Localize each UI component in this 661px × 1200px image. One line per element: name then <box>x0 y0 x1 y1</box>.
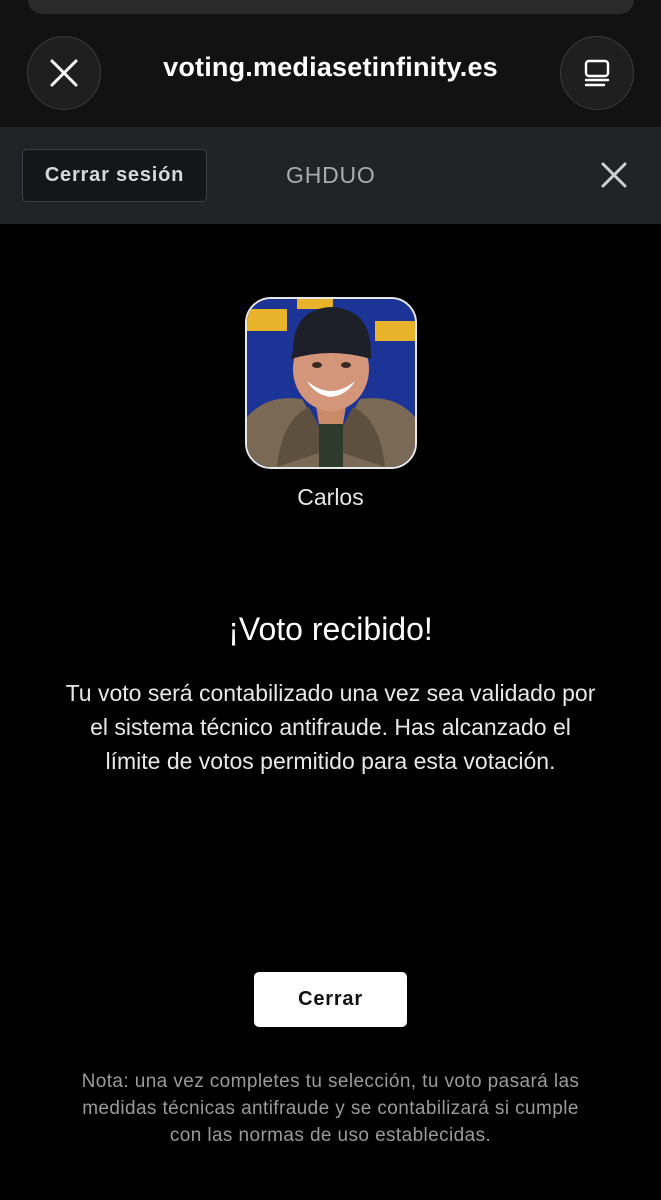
tabs-overview-icon <box>584 59 610 87</box>
confirmation-message: Tu voto será contabilizado una vez sea v… <box>65 680 596 774</box>
close-icon <box>50 59 78 87</box>
close-button[interactable]: Cerrar <box>254 972 407 1027</box>
browser-top-edge <box>28 0 634 14</box>
logout-button[interactable]: Cerrar sesión <box>22 149 207 202</box>
browser-url[interactable]: voting.mediasetinfinity.es <box>100 52 561 83</box>
header-close-button[interactable] <box>596 157 632 193</box>
contestant-avatar <box>245 297 417 469</box>
contestant-photo <box>247 299 415 467</box>
contestant-name: Carlos <box>297 484 364 510</box>
browser-tabs-button[interactable] <box>560 36 634 110</box>
legal-note: Nota: una vez completes tu selección, tu… <box>81 1071 580 1146</box>
confirmation-title: ¡Voto recibido! <box>228 611 433 647</box>
browser-close-button[interactable] <box>27 36 101 110</box>
user-code: GHDUO <box>286 162 376 188</box>
close-icon <box>601 162 627 188</box>
